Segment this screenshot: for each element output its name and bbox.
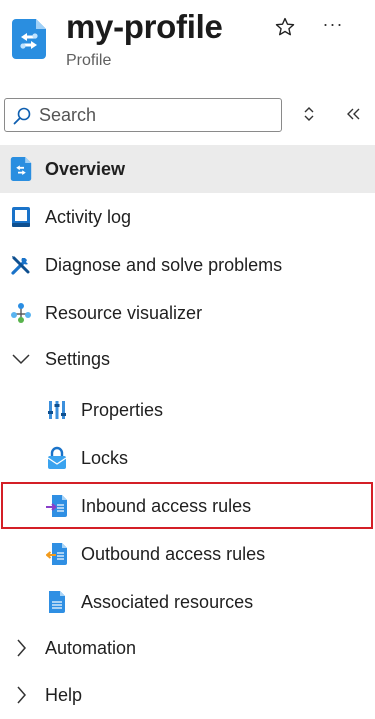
document-icon [45,590,69,614]
nav-item-label: Locks [81,447,129,468]
nav-group-label: Settings [45,348,111,369]
network-profile-icon [9,157,33,181]
nav-item-label: Activity log [45,206,132,227]
expand-collapse-button[interactable] [298,104,320,128]
ellipsis-icon: ··· [322,14,344,34]
nav-group-label: Help [45,684,83,705]
nav-item-label: Properties [81,399,164,420]
nav-group-help[interactable]: Help [0,671,375,719]
nav-group-settings[interactable]: Settings [0,335,375,383]
nav-item-properties[interactable]: Properties [0,386,375,434]
nav-item-outbound-access-rules[interactable]: Outbound access rules [0,530,375,578]
blade-header: my-profile Profile ··· [0,0,375,88]
chevron-down-icon [9,347,33,371]
inbound-rules-icon [45,494,69,518]
nav-item-label: Associated resources [81,591,254,612]
double-chevron-left-icon [345,106,363,127]
wrench-screwdriver-icon [9,253,33,277]
nav-item-activity-log[interactable]: Activity log [0,193,375,241]
search-input[interactable] [39,100,275,130]
activity-log-icon [9,205,33,229]
nav-item-label: Resource visualizer [45,302,203,323]
star-icon [274,16,296,43]
nav-group-automation[interactable]: Automation [0,624,375,672]
nav-item-locks[interactable]: Locks [0,434,375,482]
lock-icon [45,446,69,470]
nav-item-inbound-access-rules[interactable]: Inbound access rules [0,482,375,530]
nav-item-diagnose[interactable]: Diagnose and solve problems [0,241,375,289]
favorite-button[interactable] [272,16,298,42]
page-subtitle: Profile [66,52,112,69]
chevron-updown-icon [302,105,316,128]
nav-item-resource-visualizer[interactable]: Resource visualizer [0,289,375,337]
nav-item-overview[interactable]: Overview [0,145,375,193]
nav-item-label: Diagnose and solve problems [45,254,283,275]
network-profile-icon [12,19,46,59]
collapse-menu-button[interactable] [342,104,366,128]
nav-item-label: Outbound access rules [81,543,266,564]
nav-group-label: Automation [45,637,137,658]
search-icon [13,107,31,125]
outbound-rules-icon [45,542,69,566]
chevron-right-icon [9,636,33,660]
page-title: my-profile [66,8,223,45]
profile-blade: my-profile Profile ··· Search Overview A… [0,0,375,719]
search-field[interactable] [4,98,282,132]
nav-item-label: Overview [45,158,126,179]
properties-icon [45,398,69,422]
nav-item-associated-resources[interactable]: Associated resources [0,578,375,626]
more-options-button[interactable]: ··· [320,14,346,40]
hierarchy-icon [9,301,33,325]
chevron-right-icon [9,683,33,707]
nav-item-label: Inbound access rules [81,495,252,516]
